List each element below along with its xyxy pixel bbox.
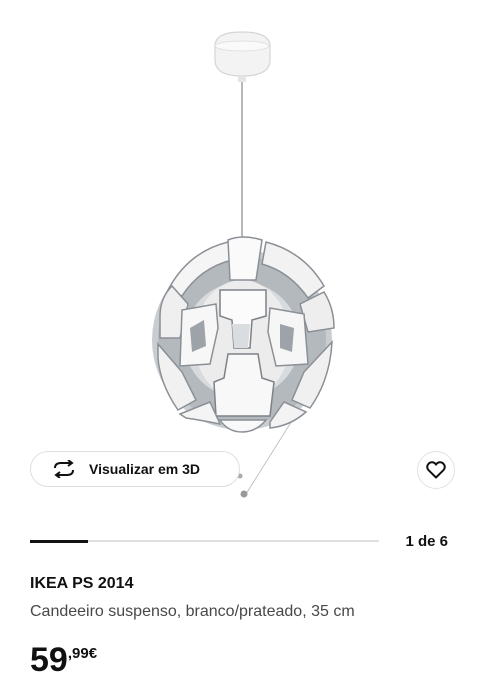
- product-name: IKEA PS 2014: [30, 575, 134, 592]
- price-decimal: ,99: [67, 645, 89, 662]
- rotate-3d-icon: [54, 460, 74, 478]
- favorite-button[interactable]: [417, 451, 455, 489]
- pull-cord-knob: [240, 490, 248, 498]
- heart-icon: [426, 461, 446, 479]
- view-3d-button[interactable]: Visualizar em 3D: [30, 451, 240, 487]
- chevron-up-icon[interactable]: [28, 0, 42, 6]
- lamp-sphere: [152, 236, 335, 433]
- product-description: Candeeiro suspenso, branco/prateado, 35 …: [30, 603, 355, 620]
- price-integer: 59: [30, 641, 68, 679]
- gallery-progress-fill: [30, 539, 89, 543]
- view-3d-label: Visualizar em 3D: [89, 461, 201, 477]
- gallery-progress-bar: [30, 539, 379, 543]
- lamp-canopy: [214, 31, 271, 77]
- product-price: 59 ,99 €: [30, 641, 97, 679]
- product-image[interactable]: [120, 28, 370, 508]
- price-currency: €: [88, 645, 98, 662]
- gallery-pagination: 1 de 6: [405, 533, 448, 550]
